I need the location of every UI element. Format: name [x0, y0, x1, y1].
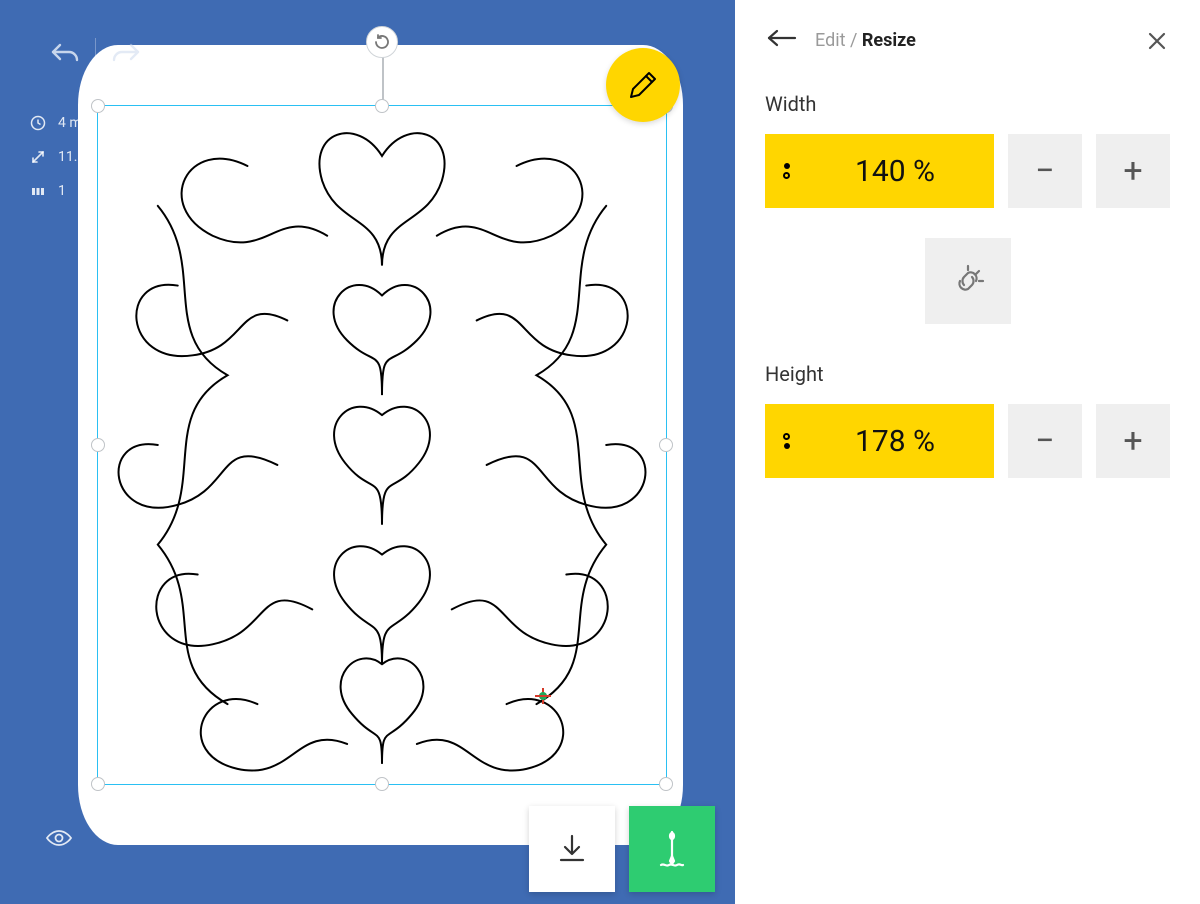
resize-handle-left[interactable]	[91, 438, 105, 452]
download-button[interactable]	[529, 806, 615, 892]
selection-bounding-box[interactable]	[97, 105, 667, 785]
width-increment-button[interactable]: +	[1096, 134, 1170, 208]
height-value: 178 %	[814, 424, 976, 459]
clock-icon	[30, 115, 46, 131]
rotate-handle[interactable]	[366, 26, 398, 58]
redo-icon	[111, 41, 141, 63]
resize-handle-bottom-right[interactable]	[659, 777, 673, 791]
height-decrement-button[interactable]: −	[1008, 404, 1082, 478]
width-decrement-button[interactable]: −	[1008, 134, 1082, 208]
start-point-marker[interactable]	[535, 688, 551, 704]
needle-icon	[655, 829, 689, 869]
width-value: 140 %	[814, 154, 976, 189]
eye-icon	[45, 828, 73, 848]
resize-handle-right[interactable]	[659, 438, 673, 452]
time-value: 4 min	[58, 115, 93, 131]
height-label: Height	[765, 362, 1170, 386]
pencil-icon	[627, 69, 659, 101]
undo-button[interactable]	[45, 32, 85, 72]
arrow-left-icon	[765, 28, 799, 48]
back-button[interactable]	[765, 28, 799, 52]
download-icon	[555, 832, 589, 866]
resize-handle-bottom[interactable]	[375, 777, 389, 791]
breadcrumb-parent[interactable]: Edit	[815, 30, 845, 51]
height-control: 178 % − +	[765, 404, 1170, 478]
canvas-area: 4 min 11.0 x 14.0 in 1	[0, 0, 735, 904]
top-controls	[45, 32, 146, 72]
unlink-icon	[949, 262, 987, 300]
resize-handle-top[interactable]	[375, 99, 389, 113]
design-artwork	[98, 106, 666, 784]
aspect-lock-button[interactable]	[925, 238, 1011, 324]
breadcrumb: Edit / Resize	[815, 30, 916, 51]
expand-icon	[30, 149, 46, 165]
dimensions-value: 11.0 x 14.0 in	[58, 149, 141, 165]
tiles-value: 1	[58, 183, 66, 199]
height-increment-button[interactable]: +	[1096, 404, 1170, 478]
height-value-box[interactable]: 178 %	[765, 404, 994, 478]
close-button[interactable]	[1146, 30, 1168, 56]
breadcrumb-separator: /	[845, 30, 861, 51]
resize-handle-bottom-left[interactable]	[91, 777, 105, 791]
time-info: 4 min	[30, 115, 141, 131]
edit-fab[interactable]	[606, 48, 680, 122]
rotate-icon	[373, 33, 391, 51]
rotate-stem	[382, 56, 384, 100]
percent-mode-icon	[783, 433, 790, 449]
preview-button[interactable]	[45, 828, 73, 852]
breadcrumb-row: Edit / Resize	[765, 28, 1170, 52]
info-panel: 4 min 11.0 x 14.0 in 1	[30, 115, 141, 199]
resize-panel: Edit / Resize Width 140 % − + Height 178…	[735, 0, 1200, 904]
close-icon	[1146, 30, 1168, 52]
undo-icon	[50, 41, 80, 63]
canvas-bottom-buttons	[529, 806, 715, 892]
divider	[95, 38, 96, 66]
tiles-info: 1	[30, 183, 141, 199]
link-row	[765, 238, 1170, 324]
redo-button[interactable]	[106, 32, 146, 72]
breadcrumb-current: Resize	[862, 30, 916, 51]
resize-handle-top-left[interactable]	[91, 99, 105, 113]
width-label: Width	[765, 92, 1170, 116]
width-value-box[interactable]: 140 %	[765, 134, 994, 208]
dimensions-info: 11.0 x 14.0 in	[30, 149, 141, 165]
tiles-icon	[30, 183, 46, 199]
width-control: 140 % − +	[765, 134, 1170, 208]
stitch-button[interactable]	[629, 806, 715, 892]
percent-mode-icon	[783, 163, 790, 179]
